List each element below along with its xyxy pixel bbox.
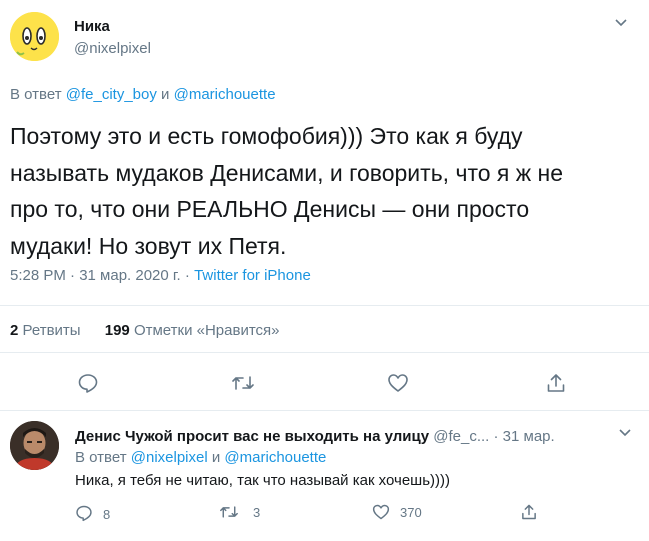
like-count: 370 (400, 504, 422, 520)
reply-prefix: В ответ (75, 449, 127, 466)
divider (0, 410, 649, 411)
tweet-text-line: называть мудаков Денисами, и говорить, ч… (10, 159, 564, 186)
reply-mention-1[interactable]: @fe_city_boy (66, 86, 157, 103)
timestamp[interactable]: 5:28 PM · 31 мар. 2020 г. · (10, 267, 190, 284)
heart-icon[interactable] (387, 372, 409, 394)
comment-icon[interactable] (77, 372, 99, 394)
reply-context: В ответ @fe_city_boy и @marichouette (10, 86, 276, 103)
avatar[interactable] (10, 12, 59, 61)
reply-text: Ника, я тебя не читаю, так что называй к… (75, 472, 451, 489)
retweet-icon[interactable] (219, 503, 239, 521)
tweet-text-line: про то, что они РЕАЛЬНО Денисы — они про… (10, 196, 530, 222)
retweets-stat[interactable]: 2 Ретвиты (10, 322, 85, 339)
retweet-count: 3 (253, 504, 261, 520)
comment-icon[interactable] (75, 504, 93, 522)
divider (0, 352, 649, 353)
reply-mention-2[interactable]: @marichouette (174, 86, 276, 103)
tweet-source[interactable]: Twitter for iPhone (194, 267, 311, 284)
likes-count: 199 (104, 322, 130, 339)
reply-and: и (211, 449, 221, 466)
reply-and: и (161, 86, 170, 103)
share-icon[interactable] (545, 372, 567, 394)
divider (0, 305, 649, 306)
reply-date[interactable]: · 31 мар. (494, 428, 555, 445)
likes-stat[interactable]: 199 Отметки «Нравится» (105, 322, 280, 339)
likes-label: Отметки «Нравится» (133, 322, 280, 339)
tweet-text-line: Поэтому это и есть гомофобия))) Это как … (10, 123, 523, 149)
share-icon[interactable] (520, 503, 538, 521)
author-name[interactable]: Ника (74, 18, 110, 35)
reply-prefix: В ответ (10, 86, 62, 103)
tweet-text-line: мудаки! Но зовут их Петя. (10, 232, 287, 259)
reply-header: Денис Чужой просит вас не выходить на ул… (75, 428, 555, 445)
retweet-icon[interactable] (231, 372, 255, 394)
tweet-text: Поэтому это и есть гомофобия))) Это как … (10, 118, 563, 264)
heart-icon[interactable] (372, 503, 390, 521)
reply-mention-1[interactable]: @nixelpixel (131, 449, 208, 466)
reply-count: 8 (103, 507, 111, 522)
author-handle[interactable]: @nixelpixel (74, 40, 151, 57)
engagement-stats: 2 Ретвиты 199 Отметки «Нравится» (10, 322, 280, 339)
reply-context: В ответ @nixelpixel и @marichouette (75, 449, 326, 466)
avatar[interactable] (10, 421, 59, 470)
reply-action-like[interactable]: 370 (372, 503, 422, 521)
retweets-label: Ретвиты (22, 322, 81, 339)
reply-action-reply[interactable]: 8 (75, 503, 110, 522)
retweets-count: 2 (10, 322, 19, 339)
chevron-down-icon[interactable] (618, 428, 632, 438)
reply-author-name[interactable]: Денис Чужой просит вас не выходить на ул… (75, 428, 429, 445)
reply-mention-2[interactable]: @marichouette (224, 449, 326, 466)
reply-author-handle[interactable]: @fe_c... (433, 428, 489, 445)
reply-action-retweet[interactable]: 3 (219, 503, 260, 521)
tweet-meta: 5:28 PM · 31 мар. 2020 г. · Twitter for … (10, 267, 311, 284)
chevron-down-icon[interactable] (614, 18, 628, 28)
